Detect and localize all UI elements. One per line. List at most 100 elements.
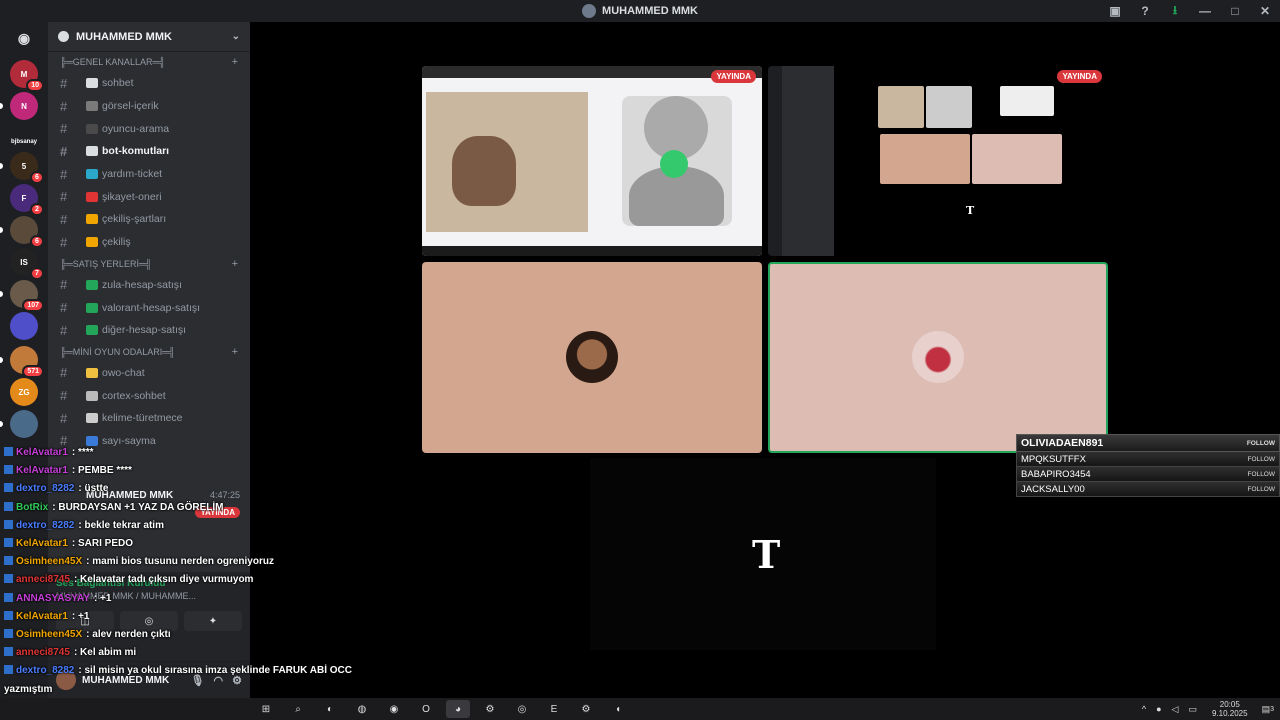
channel-label: cortex-sohbet (102, 389, 166, 402)
stream-tile-2[interactable]: T YAYINDA (768, 66, 1108, 256)
camera-button[interactable]: ◫ (56, 611, 114, 631)
hashtag-icon: # (60, 388, 68, 404)
server-folder[interactable] (10, 312, 38, 340)
inbox-icon[interactable]: ▣ (1100, 0, 1130, 22)
voice-connection-panel: Ses Bağlantısı Kuruldu MUHAMMED MMK / MU… (48, 572, 250, 662)
soundboard-button[interactable]: ✦ (184, 611, 242, 631)
stream-tile-1[interactable]: YAYINDA (422, 66, 762, 256)
server-pic2[interactable]: 107 (10, 280, 44, 312)
settings-icon[interactable]: ⚙ (574, 700, 598, 718)
channel-category[interactable]: ╠═MİNİ OYUN ODALARI═╣ + (48, 342, 250, 362)
hashtag-icon: # (60, 143, 68, 159)
channel-list: ╠═GENEL KANALLAR═╣ + # sohbet # görsel-içerik… (48, 52, 250, 452)
channel-item[interactable]: # sohbet (48, 72, 250, 95)
server-pic3[interactable]: 571 (10, 346, 44, 378)
channel-item[interactable]: # valorant-hesap-satışı (48, 296, 250, 319)
download-icon[interactable]: ⭳ (1160, 0, 1190, 22)
server-pic1[interactable]: 6 (10, 216, 44, 248)
battery-icon[interactable]: ▭ (1188, 704, 1197, 715)
taskbar: ⊞ ⌕ ◐ ◍ ◉ O ◕ ⚙ ◎ E ⚙ ◖ ^ ● ◁ ▭ 20:05 9.10.2025 ▤ 3 (0, 698, 1280, 720)
channel-item[interactable]: # şikayet-oneri (48, 185, 250, 208)
server-5[interactable]: 56 (10, 152, 44, 184)
follower-name: BABAPIRO3454 (1021, 468, 1091, 480)
channel-emoji-icon (86, 325, 98, 336)
chevron-up-icon[interactable]: ^ (1142, 704, 1146, 714)
mention-badge: 6 (30, 235, 44, 248)
clock[interactable]: 20:05 9.10.2025 (1212, 700, 1248, 718)
activity-button[interactable]: ◎ (120, 611, 178, 631)
channel-item[interactable]: # çekiliş-şartları (48, 208, 250, 231)
channel-item[interactable]: # görsel-içerik (48, 95, 250, 118)
channel-item[interactable]: # owo-chat (48, 362, 250, 385)
chrome-icon[interactable]: ◉ (382, 700, 406, 718)
system-tray: ^ ● ◁ ▭ 20:05 9.10.2025 ▤ 3 (1137, 698, 1280, 720)
add-channel-icon[interactable]: + (232, 346, 238, 358)
obs-icon[interactable]: ◎ (510, 700, 534, 718)
channel-item[interactable]: # çekiliş (48, 231, 250, 254)
mention-badge: 571 (22, 365, 44, 378)
whatsapp-icon[interactable]: ◍ (350, 700, 374, 718)
edge-icon[interactable]: ◐ (318, 700, 342, 718)
server-pic4[interactable] (10, 410, 38, 438)
microphone-icon[interactable]: 🎙︎ (191, 674, 205, 687)
add-channel-icon[interactable]: + (232, 56, 238, 68)
opera-icon[interactable]: O (414, 700, 438, 718)
channel-item[interactable]: # sayı-sayma (48, 430, 250, 453)
help-icon[interactable]: ? (1130, 0, 1160, 22)
server-zg[interactable]: ZG (10, 378, 38, 406)
hashtag-icon: # (60, 211, 68, 227)
search-icon[interactable]: ⌕ (286, 700, 310, 718)
channel-category[interactable]: ╠═SATIŞ YERLERİ═╣ + (48, 254, 250, 274)
notification-icon[interactable]: ▤ (1262, 704, 1271, 715)
settings-icon[interactable]: ⚙ (232, 674, 242, 687)
clock-time: 20:05 (1219, 700, 1240, 709)
volume-icon[interactable]: ◁ (1172, 704, 1179, 715)
microphone-icon[interactable]: ● (1156, 704, 1161, 714)
hashtag-icon: # (60, 121, 68, 137)
channel-sidebar: MUHAMMED MMK ⌄ ╠═GENEL KANALLAR═╣ + # sohbe… (48, 22, 250, 698)
server-purple[interactable]: F2 (10, 184, 44, 216)
follow-row: BABAPIRO3454 FOLLOW (1016, 467, 1280, 482)
maximize-icon[interactable]: □ (1220, 0, 1250, 22)
epic-icon[interactable]: E (542, 700, 566, 718)
channel-item[interactable]: # yardım-ticket (48, 163, 250, 186)
chevron-down-icon[interactable]: ⌄ (232, 31, 240, 42)
discord-icon: ◉ (17, 29, 31, 46)
live-badge: YAYINDA (711, 70, 756, 83)
voice-channel[interactable]: MUHAMMED MMK / MUHAMME... (56, 591, 242, 601)
guild-header[interactable]: MUHAMMED MMK ⌄ (48, 22, 250, 52)
start-icon[interactable]: ⊞ (254, 700, 278, 718)
channel-item[interactable]: # oyuncu-arama (48, 117, 250, 140)
unread-pill (0, 227, 3, 233)
hashtag-icon: # (60, 277, 68, 293)
channel-item[interactable]: # cortex-sohbet (48, 384, 250, 407)
cursor-app-icon[interactable]: ◖ (606, 700, 630, 718)
hashtag-icon: # (60, 365, 68, 381)
hashtag-icon: # (60, 234, 68, 250)
live-user-name: MUHAMMED MMK (86, 490, 174, 501)
voice-live-user[interactable]: MUHAMMED MMK 4:47:25 YAYINDA (48, 484, 250, 542)
channel-category[interactable]: ╠═GENEL KANALLAR═╣ + (48, 52, 250, 72)
server-is[interactable]: IS 7 (10, 248, 44, 280)
home[interactable]: ◉ (10, 24, 38, 52)
steam-icon[interactable]: ⚙ (478, 700, 502, 718)
headphones-icon[interactable]: ◠ (214, 674, 224, 687)
server-m[interactable]: M 10 (10, 60, 44, 92)
server-label: 5 (21, 161, 27, 171)
live-time: 4:47:25 (209, 490, 240, 500)
discord-icon[interactable]: ◕ (446, 700, 470, 718)
channel-item[interactable]: # diğer-hesap-satışı (48, 319, 250, 342)
participant-tile-1[interactable] (422, 262, 762, 453)
follow-label: FOLLOW (1247, 485, 1275, 493)
channel-item[interactable]: # zula-hesap-satışı (48, 274, 250, 297)
category-label: ╠═SATIŞ YERLERİ═╣ (60, 258, 152, 269)
minimize-icon[interactable]: — (1190, 0, 1220, 22)
close-icon[interactable]: ✕ (1250, 0, 1280, 22)
channel-item[interactable]: # bot-komutları (48, 140, 250, 163)
server-nr[interactable]: N (10, 92, 38, 120)
participant-tile-2[interactable] (768, 262, 1108, 453)
avatar[interactable] (56, 670, 76, 690)
follower-name: MPQKSUTFFX (1021, 453, 1086, 465)
add-channel-icon[interactable]: + (232, 258, 238, 270)
channel-item[interactable]: # kelime-türetmece (48, 407, 250, 430)
